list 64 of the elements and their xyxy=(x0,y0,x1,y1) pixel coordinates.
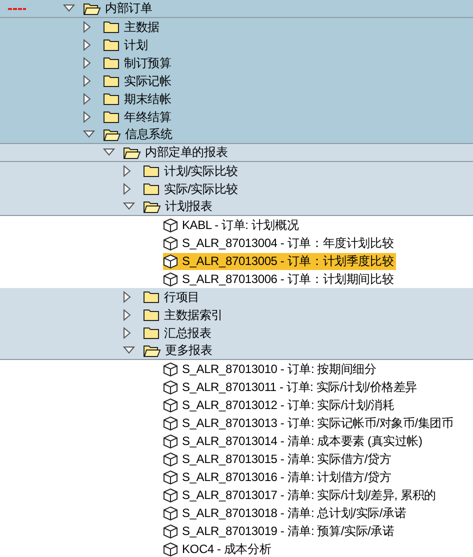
report-item[interactable]: S_ALR_87013019 - 清单: 预算/实际/承诺 xyxy=(163,522,396,540)
folder-icon xyxy=(143,290,160,304)
report-item[interactable]: KOC4 - 成本分析 xyxy=(163,540,274,557)
folder-label[interactable]: 计划/实际比较 xyxy=(164,162,238,180)
open-folder-icon xyxy=(103,128,121,142)
folder-icon xyxy=(103,110,120,124)
folder-icon xyxy=(103,74,120,88)
report-item[interactable]: S_ALR_87013014 - 清单: 成本要素 (真实过帐) xyxy=(163,432,424,450)
report-item[interactable]: S_ALR_87013016 - 清单: 计划借方/贷方 xyxy=(163,468,394,486)
open-folder-icon xyxy=(143,344,161,358)
expand-arrow-icon[interactable] xyxy=(83,93,92,105)
folder-label[interactable]: 计划 xyxy=(124,36,148,54)
folder-label[interactable]: 行项目 xyxy=(164,288,200,306)
open-folder-icon xyxy=(123,146,141,160)
expand-arrow-icon[interactable] xyxy=(83,111,92,123)
report-item[interactable]: S_ALR_87013012 - 订单: 实际/计划/消耗 xyxy=(163,396,396,414)
report-item[interactable]: S_ALR_87013015 - 清单: 实际借方/贷方 xyxy=(163,450,394,468)
folder-label[interactable]: 主数据 xyxy=(124,18,160,36)
report-item[interactable]: S_ALR_87013006 - 订单：计划期间比较 xyxy=(163,270,396,288)
folder-icon xyxy=(103,56,120,70)
open-folder-icon xyxy=(143,200,161,214)
folder-label[interactable]: 实际记帐 xyxy=(124,72,172,90)
folder-label[interactable]: 实际/实际比较 xyxy=(164,180,238,198)
report-item[interactable]: S_ALR_87013017 - 清单: 实际/计划/差异, 累积的 xyxy=(163,486,438,504)
folder-label[interactable]: 更多报表 xyxy=(165,342,212,359)
folder-label[interactable]: 内部订单 xyxy=(105,0,152,17)
open-folder-icon xyxy=(83,2,101,16)
report-item[interactable]: S_ALR_87013011 - 订单: 实际/计划/价格差异 xyxy=(163,378,419,396)
folder-icon xyxy=(103,92,120,106)
folder-icon xyxy=(103,20,120,34)
folder-icon xyxy=(143,164,160,178)
folder-icon xyxy=(143,326,160,340)
report-item[interactable]: KABL - 订单: 计划概况 xyxy=(163,216,301,234)
folder-label[interactable]: 内部定单的报表 xyxy=(145,144,228,161)
expand-arrow-icon[interactable] xyxy=(123,183,132,195)
collapse-arrow-icon[interactable] xyxy=(63,4,75,13)
collapse-arrow-icon[interactable] xyxy=(83,130,95,139)
collapse-arrow-icon[interactable] xyxy=(123,202,135,211)
folder-label[interactable]: 计划报表 xyxy=(165,198,212,215)
report-item[interactable]: S_ALR_87013004 - 订单：年度计划比较 xyxy=(163,234,396,252)
folder-label[interactable]: 汇总报表 xyxy=(164,324,212,342)
folder-label[interactable]: 年终结算 xyxy=(124,108,172,126)
folder-label[interactable]: 信息系统 xyxy=(125,126,172,143)
folder-icon xyxy=(103,38,120,52)
expand-arrow-icon[interactable] xyxy=(123,165,132,177)
folder-label[interactable]: 主数据索引 xyxy=(164,306,224,324)
dashed-mark xyxy=(8,8,26,10)
report-item[interactable]: S_ALR_87013018 - 清单: 总计划/实际/承诺 xyxy=(163,504,408,522)
folder-icon xyxy=(143,182,160,196)
expand-arrow-icon[interactable] xyxy=(123,327,132,339)
expand-arrow-icon[interactable] xyxy=(83,75,92,87)
folder-icon xyxy=(143,308,160,322)
report-item[interactable]: S_ALR_87013013 - 订单: 实际记帐币/对象币/集团币 xyxy=(163,414,456,432)
expand-arrow-icon[interactable] xyxy=(123,291,132,303)
collapse-arrow-icon[interactable] xyxy=(103,148,115,157)
expand-arrow-icon[interactable] xyxy=(123,309,132,321)
folder-label[interactable]: 期末结帐 xyxy=(124,90,172,108)
report-item[interactable]: S_ALR_87013010 - 订单: 按期间细分 xyxy=(163,360,378,378)
folder-label[interactable]: 制订预算 xyxy=(124,54,172,72)
selected-report-item[interactable]: S_ALR_87013005 - 订单：计划季度比较 xyxy=(163,252,396,270)
expand-arrow-icon[interactable] xyxy=(83,21,92,33)
expand-arrow-icon[interactable] xyxy=(83,39,92,51)
collapse-arrow-icon[interactable] xyxy=(123,346,135,355)
expand-arrow-icon[interactable] xyxy=(83,57,92,69)
